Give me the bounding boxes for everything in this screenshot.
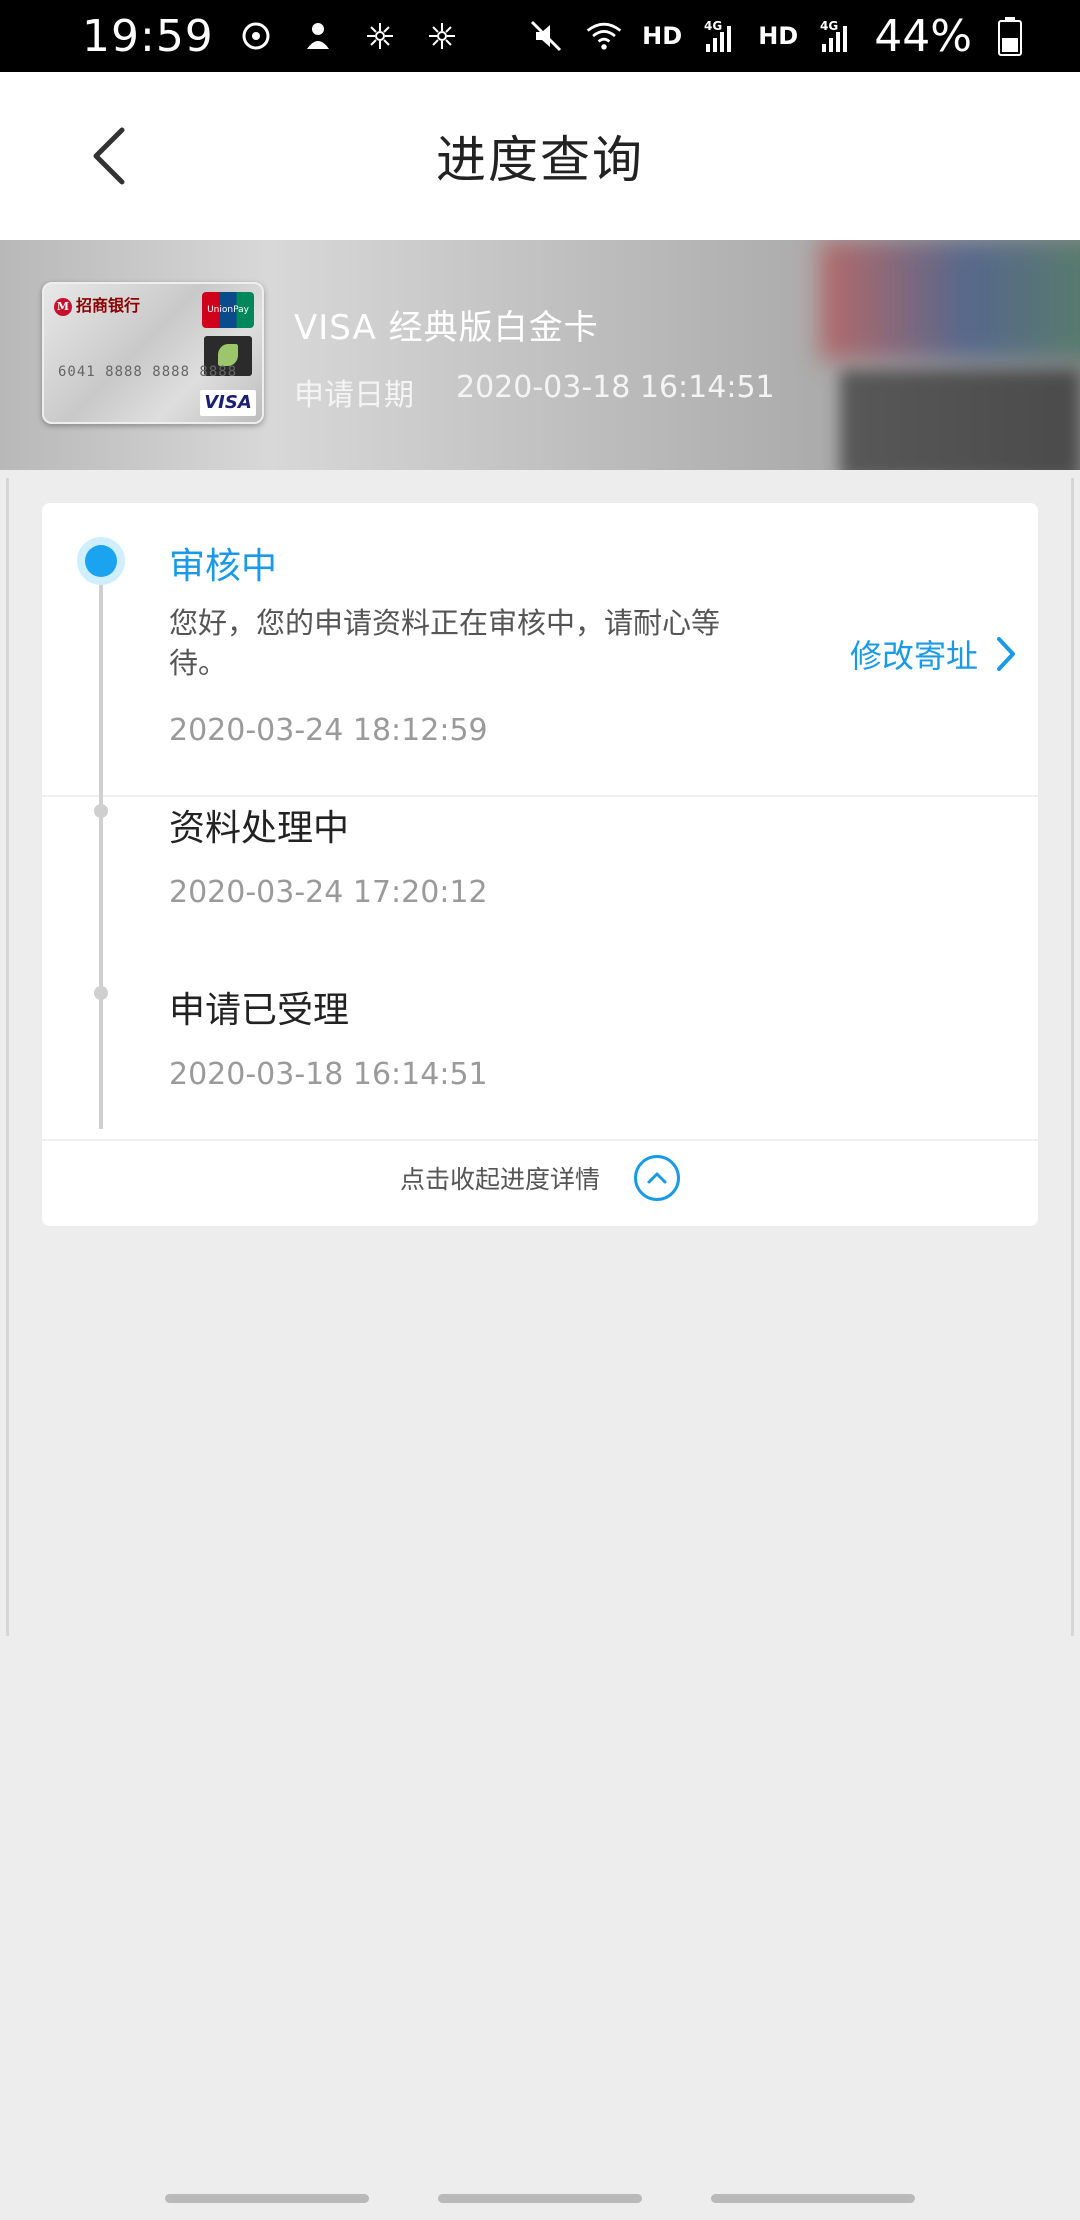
modify-address-link[interactable]: 修改寄址 xyxy=(850,631,1016,677)
status-left: 19:59 xyxy=(82,11,462,62)
app-notification-icon xyxy=(298,16,338,56)
step-title-reviewing: 审核中 xyxy=(169,546,278,587)
netease-icon xyxy=(236,16,276,56)
svg-text:4G: 4G xyxy=(704,19,722,33)
mute-icon xyxy=(526,16,566,56)
hd-label: HD xyxy=(758,22,799,50)
system-nav-bar xyxy=(0,2176,1080,2220)
card-name: VISA 经典版白金卡 xyxy=(294,308,599,348)
step-title-processing: 资料处理中 xyxy=(169,808,350,849)
signal-icon: 4G xyxy=(816,16,856,56)
unionpay-logo: UnionPay 银联 xyxy=(202,292,254,351)
application-date-label: 申请日期 xyxy=(294,378,414,413)
battery-icon xyxy=(990,16,1030,56)
step-time: 2020-03-24 18:12:59 xyxy=(169,713,488,748)
status-time: 19:59 xyxy=(82,10,214,62)
collapse-details-button[interactable]: 点击收起进度详情 xyxy=(42,1133,1038,1223)
step-time: 2020-03-18 16:14:51 xyxy=(169,1057,488,1092)
status-bar: 19:59 HD 4G HD 4G 44% xyxy=(0,0,1080,72)
collapse-details-label: 点击收起进度详情 xyxy=(399,1165,600,1194)
card-image: M招商银行 UnionPay 银联 6041 8888 8888 8888 VI… xyxy=(42,282,264,424)
scroll-edge-left xyxy=(6,478,9,1636)
back-button[interactable] xyxy=(80,116,140,196)
back-arrow-icon xyxy=(93,127,125,185)
application-date-value: 2020-03-18 16:14:51 xyxy=(456,370,775,405)
signal-icon: 4G xyxy=(700,16,740,56)
battery-percent: 44% xyxy=(874,10,972,62)
timeline-dot xyxy=(94,986,108,1000)
chevron-up-icon xyxy=(634,1155,680,1201)
hd-label: HD xyxy=(642,22,683,50)
page-title: 进度查询 xyxy=(436,131,644,189)
status-right: HD 4G HD 4G 44% xyxy=(526,11,1030,62)
visa-logo: VISA xyxy=(200,390,256,416)
card-banner: M招商银行 UnionPay 银联 6041 8888 8888 8888 VI… xyxy=(0,240,1080,470)
step-description: 您好，您的申请资料正在审核中，请耐心等待。 xyxy=(169,606,721,680)
nav-handle-center[interactable] xyxy=(437,2193,642,2203)
scroll-edge-right xyxy=(1071,478,1074,1636)
divider xyxy=(42,795,1038,797)
nav-handle-right[interactable] xyxy=(711,2193,916,2203)
step-title-accepted: 申请已受理 xyxy=(169,990,350,1031)
navigation-header: 进度查询 xyxy=(0,72,1080,240)
step-time: 2020-03-24 17:20:12 xyxy=(169,875,488,910)
wifi-icon xyxy=(584,16,624,56)
card-number: 6041 8888 8888 8888 xyxy=(58,364,238,380)
flower-icon xyxy=(422,16,462,56)
progress-card: 审核中 您好，您的申请资料正在审核中，请耐心等待。 2020-03-24 18:… xyxy=(42,503,1038,1226)
flower-icon xyxy=(360,16,400,56)
chevron-right-icon xyxy=(997,637,1015,671)
svg-text:4G: 4G xyxy=(820,19,838,33)
timeline-dot xyxy=(94,804,108,818)
timeline-line xyxy=(99,561,103,1129)
nav-handle-left[interactable] xyxy=(164,2193,369,2203)
bank-logo: M 招商银行 xyxy=(54,292,140,316)
timeline-dot-active xyxy=(77,537,125,585)
application-date-row: 申请日期 2020-03-18 16:14:51 xyxy=(294,370,775,414)
modify-address-label: 修改寄址 xyxy=(849,637,978,675)
